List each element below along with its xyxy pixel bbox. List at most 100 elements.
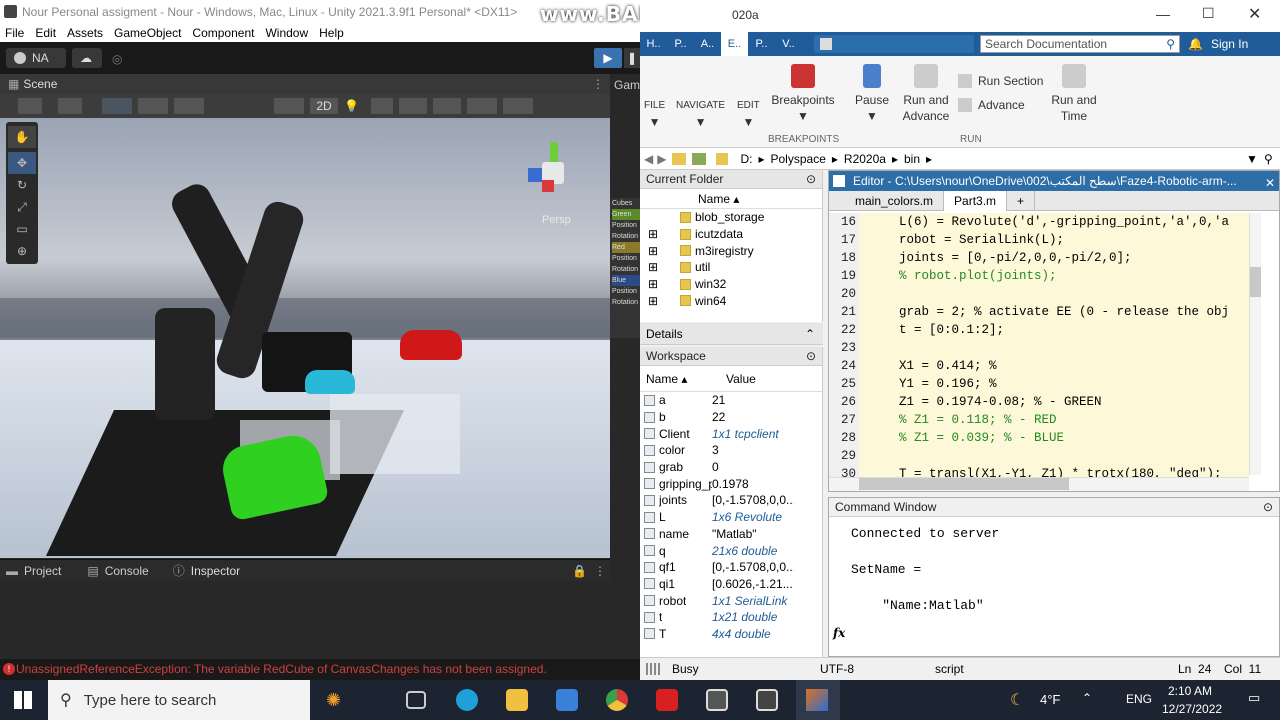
collab-icon[interactable]: ◎ [112,52,122,66]
minimize-icon[interactable]: — [1156,6,1170,22]
name-column-header[interactable]: Name ▴ [640,189,822,209]
windows-start-icon[interactable] [14,691,32,709]
table-row[interactable]: T 4x4 double [640,626,822,643]
play-button[interactable]: ▶ [594,48,622,68]
table-row[interactable]: a 21 [640,392,822,409]
details-panel-header[interactable]: Details ⌃ [640,323,823,345]
scene-sphere-icon[interactable] [274,98,304,114]
save-icon[interactable] [820,38,832,50]
table-row[interactable]: q 21x6 double [640,542,822,559]
scene-viewport[interactable]: Persp ✋ ✥ ↻ ⤢ ▭ ⊕ [0,118,610,558]
visibility-icon[interactable] [432,98,461,114]
lang-indicator[interactable]: ENG [1126,692,1152,706]
tab-editor[interactable]: E.. [721,32,748,56]
code-line[interactable]: 26 Z1 = 0.1974-0.08; % - GREEN [829,393,1249,411]
edge-icon[interactable] [456,689,478,711]
file-button[interactable]: FILE ▼ [644,96,665,130]
bell-icon[interactable]: 🔔 [1188,37,1203,51]
menu-assets[interactable]: Assets [67,26,103,40]
taskbar-search-box[interactable]: ⚲ Type here to search ✺ [48,680,341,720]
matlab-taskbar-button[interactable] [796,680,840,720]
panel-menu-icon[interactable]: ⋮ [594,564,606,578]
pause-button[interactable]: Pause ▼ [852,64,892,124]
browse-folder-icon[interactable] [692,152,707,165]
chrome-icon[interactable] [606,689,628,711]
table-row[interactable]: b 22 [640,409,822,426]
search-documentation-field[interactable]: Search Documentation ⚲ [980,35,1180,53]
tab-view[interactable]: V.. [775,32,802,56]
folder-item[interactable]: ⊞ win64 [640,292,822,309]
breadcrumb-polyspace[interactable]: Polyspace [771,152,826,166]
code-line[interactable]: 22 t = [0:0.1:2]; [829,321,1249,339]
expand-icon[interactable]: ⊞ [648,227,680,241]
transform-tool-icon[interactable]: ⊕ [8,240,36,262]
mail-icon[interactable] [556,689,578,711]
moon-icon[interactable]: ☾ [1010,690,1024,710]
persp-label[interactable]: Persp [542,214,571,226]
quick-access-toolbar[interactable] [814,35,974,53]
cloud-button[interactable]: ☁ [72,48,102,68]
scale-tool-icon[interactable]: ⤢ [8,196,36,218]
code-line[interactable]: 27% Z1 = 0.118; % - RED [829,411,1249,429]
ws-name-header[interactable]: Name ▴ [640,372,726,386]
game-tab[interactable]: Gam [614,78,640,92]
editor-vscrollbar[interactable] [1249,213,1261,475]
run-and-advance-button[interactable]: Run and Advance [898,64,954,124]
tab-inspector[interactable]: Inspector [191,564,240,578]
table-row[interactable]: name "Matlab" [640,526,822,543]
panel-actions-icon[interactable]: ⊙ [806,170,816,189]
table-row[interactable]: t 1x21 double [640,609,822,626]
code-line[interactable]: 28% Z1 = 0.039; % - BLUE [829,429,1249,447]
table-row[interactable]: L 1x6 Revolute [640,509,822,526]
mode-2d-button[interactable]: 2D [310,98,338,114]
table-row[interactable]: gripping_p...0.1978 [640,475,822,492]
weather-temp[interactable]: 4°F [1040,692,1060,707]
folder-item[interactable]: blob_storage [640,209,822,226]
tray-overflow-icon[interactable]: ⌃ [1082,691,1092,705]
navigate-button[interactable]: NAVIGATE ▼ [676,96,725,130]
tab-publish[interactable]: P.. [748,32,775,56]
gizmos-icon[interactable] [502,98,533,114]
light-icon[interactable]: 💡 [344,99,359,113]
advance-button[interactable]: Advance [958,98,1025,112]
expand-icon[interactable]: ⊞ [648,277,680,291]
menu-window[interactable]: Window [265,26,308,40]
draw-mode-icon[interactable] [18,98,42,114]
table-row[interactable]: qi1 [0.6026,-1.21... [640,576,822,593]
code-line[interactable]: 16 L(6) = Revolute('d',-gripping_point,'a… [829,213,1249,231]
breadcrumb-r2020a[interactable]: R2020a [844,152,886,166]
increment-icon[interactable] [174,98,204,114]
unity-hub-icon[interactable] [706,689,728,711]
expand-icon[interactable]: ⊞ [648,294,680,308]
audio-icon[interactable] [370,98,393,114]
tab-main-colors[interactable]: main_colors.m [845,190,945,211]
up-folder-icon[interactable] [672,152,687,165]
clock-time[interactable]: 2:10 AM [1168,684,1212,698]
table-row[interactable]: color 3 [640,442,822,459]
command-output[interactable]: Connected to server SetName = "Name:Matl… [829,517,1279,615]
breakpoints-button[interactable]: Breakpoints ▼ [770,64,836,124]
account-dropdown[interactable]: NA [6,48,66,68]
table-row[interactable]: grab 0 [640,459,822,476]
menu-edit[interactable]: Edit [35,26,56,40]
tab-part3[interactable]: Part3.m [944,190,1008,211]
vivaldi-icon[interactable] [656,689,678,711]
menu-file[interactable]: File [5,26,24,40]
breadcrumb-bin[interactable]: bin [904,152,920,166]
ws-value-header[interactable]: Value [726,372,756,386]
search-icon[interactable]: ⚲ [1166,37,1179,51]
table-row[interactable]: Client 1x1 tcpclient [640,425,822,442]
unity-editor-icon[interactable] [756,689,778,711]
code-line[interactable]: 23 [829,339,1249,357]
address-search-icon[interactable]: ⚲ [1264,152,1273,166]
table-row[interactable]: robot 1x1 SerialLink [640,592,822,609]
breadcrumb-drive[interactable]: D: [740,152,752,166]
notification-icon[interactable]: ▭ [1248,690,1260,706]
forward-icon[interactable]: ▶ [657,152,666,166]
tab-apps[interactable]: A.. [694,32,721,56]
tab-home[interactable]: H.. [640,32,667,56]
task-view-icon[interactable] [406,691,426,709]
rotate-tool-icon[interactable]: ↻ [8,174,36,196]
grid-icon[interactable] [102,98,132,114]
close-icon[interactable]: ✕ [1248,4,1261,24]
